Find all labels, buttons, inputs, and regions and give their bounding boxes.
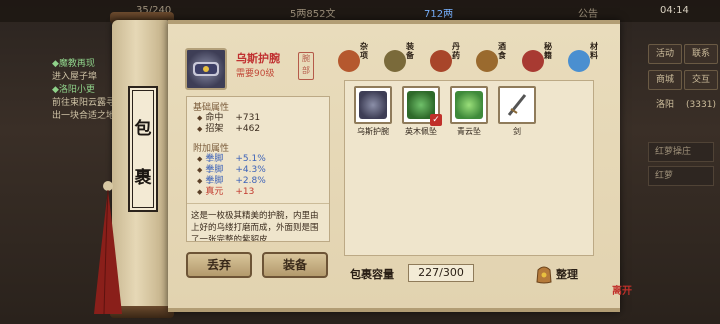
- gold-text: 712两: [424, 9, 454, 20]
- inventory-label-2: 英木佩坠: [405, 127, 437, 136]
- inventory-slot-2[interactable]: ✓: [402, 86, 442, 126]
- tab-label: 材料: [590, 42, 598, 60]
- equip-button[interactable]: 装备: [262, 252, 328, 278]
- close-seal[interactable]: 离开: [612, 282, 632, 297]
- coins-text: 5两852文: [290, 9, 336, 20]
- tab-equipment[interactable]: 装备: [382, 40, 422, 76]
- tab-label: 秘籍: [544, 42, 552, 60]
- tab-label: 丹药: [452, 42, 460, 60]
- inventory-slot-3[interactable]: [450, 86, 488, 124]
- crystal-icon: [568, 50, 590, 72]
- jar-icon: [476, 50, 498, 72]
- inventory-slot-4[interactable]: [498, 86, 536, 124]
- sword-icon: [507, 94, 527, 116]
- bracer-icon: [193, 62, 219, 76]
- tab-label: 酒食: [498, 42, 506, 60]
- capacity-value: 227/300: [408, 264, 474, 282]
- tab-medicine[interactable]: 丹药: [428, 40, 468, 76]
- trade-button[interactable]: 交互: [684, 70, 718, 90]
- inventory-label-4: 剑: [513, 127, 521, 136]
- inventory-label-1: 乌斯护腕: [357, 127, 389, 136]
- gourd-icon: [430, 50, 452, 72]
- category-tabs: 杂项 装备 丹药 酒食 秘籍 材料: [336, 40, 616, 76]
- item-requirement: 需要90级: [236, 69, 275, 79]
- equipped-check-icon: ✓: [430, 114, 442, 126]
- extra-attr-row: ◆ 拳脚 +4.3%: [197, 165, 266, 175]
- item-details[interactable]: 基础属性 ◆ 命中 +731 ◆ 招架 +462 附加属性 ◆ 拳脚 +5.1% ◆ 拳脚 +4…: [186, 96, 330, 242]
- base-attr-row: ◆ 招架 +462: [197, 124, 261, 134]
- sort-bag-icon[interactable]: [534, 262, 554, 284]
- extra-attr-row: ◆ 拳脚 +2.8%: [197, 176, 266, 186]
- base-attr-row: ◆ 命中 +731: [197, 113, 261, 123]
- capacity-label: 包裹容量: [350, 268, 394, 281]
- tab-food[interactable]: 酒食: [474, 40, 514, 76]
- bag-icon: [338, 50, 360, 72]
- book-icon: [522, 50, 544, 72]
- clock-text: 04:14: [660, 5, 689, 16]
- tab-misc[interactable]: 杂项: [336, 40, 376, 76]
- top-status-bar: 35/240 5两852文 712两 公告 04:14: [0, 0, 720, 22]
- contact-button[interactable]: 联系: [684, 44, 718, 64]
- tab-materials[interactable]: 材料: [566, 40, 606, 76]
- selected-item-icon[interactable]: [185, 48, 227, 90]
- base-attr-title: 基础属性: [193, 103, 230, 113]
- extra-attr-title: 附加属性: [193, 144, 230, 154]
- title-char-2: 裹: [134, 168, 152, 188]
- side-item-2[interactable]: 红萝: [648, 166, 714, 186]
- extra-attr-row: ◆ 拳脚 +5.1%: [197, 154, 266, 164]
- tab-label: 装备: [406, 42, 414, 60]
- item-description: 这是一枚极其精美的护腕，内里由上好的乌缕打磨而成，外面则是围了一张完整的紫貂皮: [187, 203, 329, 241]
- sort-button[interactable]: 整理: [556, 266, 578, 282]
- inventory-slot-1[interactable]: [354, 86, 392, 124]
- sword-icon: [384, 50, 406, 72]
- drop-button[interactable]: 丢弃: [186, 252, 252, 278]
- title-char-1: 包: [134, 119, 152, 139]
- side-item-1[interactable]: 红萝操庄: [648, 142, 714, 162]
- item-name: 乌斯护腕: [236, 52, 280, 65]
- slot-seal: 腕部: [298, 52, 314, 80]
- jade-icon: [455, 91, 483, 119]
- inventory-title-plate: 包 裹: [128, 86, 158, 212]
- activity-button[interactable]: 活动: [648, 44, 682, 64]
- inventory-label-3: 青云坠: [457, 127, 481, 136]
- extra-attr-row: ◆ 真元 +13: [197, 187, 255, 197]
- shop-button[interactable]: 商城: [648, 70, 682, 90]
- tassel-icon: [94, 181, 122, 315]
- location-count: (3331): [686, 100, 716, 110]
- tab-label: 杂项: [360, 42, 368, 60]
- announce-button[interactable]: 公告: [578, 5, 598, 20]
- bracer-icon: [359, 91, 387, 119]
- tab-manuals[interactable]: 秘籍: [520, 40, 560, 76]
- location-text: 洛阳: [655, 100, 674, 110]
